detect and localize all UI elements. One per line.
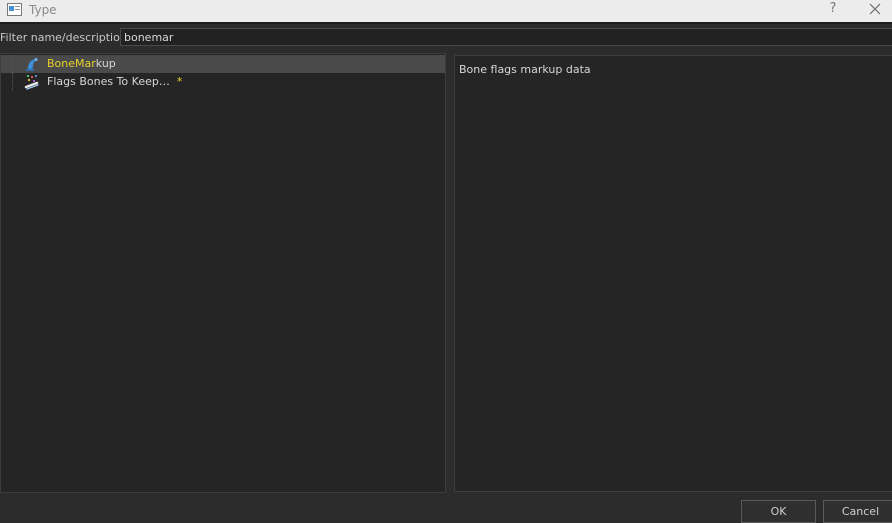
tree-item-bone-markup[interactable]: BoneMarkup [1, 55, 445, 73]
modified-marker: * [176, 75, 183, 88]
ok-button[interactable]: OK [741, 500, 816, 523]
tree-item-flags-bones[interactable]: Flags Bones To Keep… * [1, 73, 445, 91]
flags-bones-icon [24, 74, 40, 90]
filter-match-text: BoneMar [47, 57, 96, 70]
tree-branch-line [12, 55, 23, 73]
tree-item-label-rest: kup [95, 57, 116, 70]
bone-markup-icon [24, 56, 40, 72]
description-panel: Bone flags markup data [454, 55, 892, 492]
title-bar: Type ? [0, 0, 892, 24]
filter-input[interactable] [120, 28, 892, 46]
close-button[interactable] [869, 3, 881, 18]
tree-item-label: Flags Bones To Keep… * [47, 75, 182, 88]
window-title: Type [29, 3, 57, 17]
type-tree[interactable]: BoneMarkup Flags Bones To Keep… * [0, 53, 446, 493]
tree-item-label: BoneMarkup [47, 57, 116, 70]
tree-item-label-text: Flags Bones To Keep… [47, 75, 170, 88]
filter-label: Filter name/description: [0, 31, 131, 44]
description-text: Bone flags markup data [459, 63, 591, 76]
close-icon [869, 3, 881, 15]
window-icon [7, 3, 23, 20]
help-button[interactable]: ? [826, 1, 840, 16]
cancel-button[interactable]: Cancel [823, 500, 892, 523]
tree-branch-line [12, 73, 23, 91]
